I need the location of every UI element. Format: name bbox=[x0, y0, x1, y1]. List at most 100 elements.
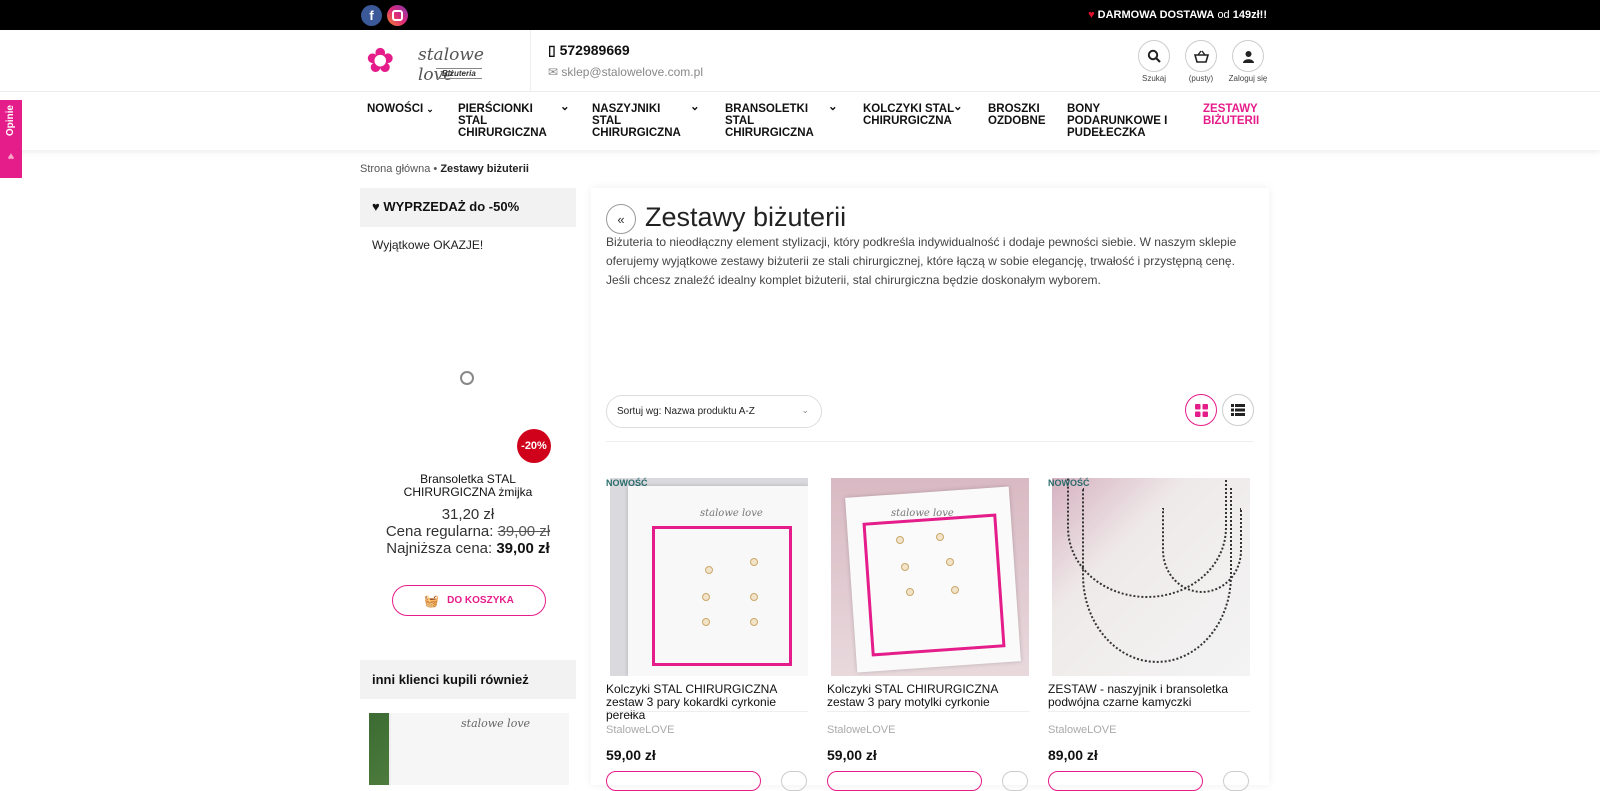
instagram-icon[interactable] bbox=[387, 5, 408, 26]
chevron-down-icon: ⌄ bbox=[801, 405, 809, 415]
add-to-cart-button[interactable] bbox=[606, 771, 761, 791]
divider bbox=[1048, 711, 1250, 712]
basket-icon bbox=[1193, 50, 1209, 63]
phone-text: 572989669 bbox=[559, 42, 630, 58]
wishlist-button[interactable] bbox=[1002, 771, 1028, 791]
regular-price-row: Cena regularna: 39,00 zł bbox=[385, 523, 551, 540]
sale-product-box: Wyjątkowe OKAZJE! -20% Bransoletka STAL … bbox=[360, 227, 576, 660]
grid-view-button[interactable] bbox=[1185, 394, 1217, 426]
sale-product-prices: 31,20 zł Cena regularna: 39,00 zł Najniż… bbox=[360, 506, 576, 557]
user-icon bbox=[1242, 50, 1254, 63]
chevron-down-icon: ⌄ bbox=[828, 101, 838, 113]
also-bought-box: stalowe love bbox=[360, 699, 576, 785]
nav-item-zestawy[interactable]: ZESTAWY BIŻUTERII bbox=[1203, 103, 1273, 127]
chevron-down-icon: ⌄ bbox=[690, 101, 700, 113]
breadcrumb-home[interactable]: Strona główna bbox=[360, 163, 430, 175]
sort-label: Sortuj wg: Nazwa produktu A-Z bbox=[617, 406, 755, 417]
main-nav: NOWOŚCI ⌄ PIERŚCIONKI STAL CHIRURGICZNA ⌄… bbox=[0, 92, 1600, 150]
new-badge: NOWOŚĆ bbox=[606, 478, 648, 488]
sale-title: WYPRZEDAŻ do -50% bbox=[383, 199, 520, 214]
sidebar: ♥ WYPRZEDAŻ do -50% Wyjątkowe OKAZJE! -2… bbox=[360, 188, 576, 785]
nav-item-pierscionki[interactable]: PIERŚCIONKI STAL CHIRURGICZNA bbox=[458, 103, 548, 139]
envelope-icon: ✉ bbox=[548, 65, 559, 79]
heart-icon: ♥ bbox=[5, 150, 17, 162]
list-view-button[interactable] bbox=[1222, 394, 1254, 426]
nav-item-naszyjniki[interactable]: NASZYJNIKI STAL CHIRURGICZNA bbox=[592, 103, 681, 139]
phone-icon: ▯ bbox=[548, 42, 556, 58]
nav-item-nowosci[interactable]: NOWOŚCI ⌄ bbox=[367, 103, 447, 115]
product-name[interactable]: ZESTAW - naszyjnik i bransoletka podwójn… bbox=[1048, 683, 1248, 709]
account-button[interactable] bbox=[1232, 40, 1264, 72]
product-image[interactable] bbox=[1052, 478, 1250, 676]
double-chevron-left-icon: « bbox=[617, 211, 625, 227]
promo-from: od bbox=[1217, 9, 1230, 21]
cart-button[interactable] bbox=[1185, 40, 1217, 72]
nav-item-broszki[interactable]: BROSZKI OZDOBNE bbox=[988, 103, 1058, 127]
chevron-down-icon: ⌄ bbox=[426, 104, 434, 114]
discount-badge: -20% bbox=[517, 429, 551, 463]
add-to-cart-label: DO KOSZYKA bbox=[447, 595, 514, 606]
also-bought-thumbnail[interactable]: stalowe love bbox=[369, 713, 569, 785]
wishlist-button[interactable] bbox=[781, 771, 807, 791]
chevron-down-icon: ⌄ bbox=[953, 101, 963, 113]
breadcrumb-current: Zestawy biżuterii bbox=[440, 163, 529, 175]
sale-price: 31,20 zł bbox=[441, 506, 495, 523]
phone-number[interactable]: ▯ 572989669 bbox=[548, 42, 630, 59]
facebook-icon[interactable]: f bbox=[361, 5, 382, 26]
product-card[interactable]: stalowe love Kolczyki STAL CHIRURGICZNA … bbox=[827, 478, 1032, 791]
loading-spinner-icon bbox=[460, 371, 474, 385]
add-to-cart-button[interactable] bbox=[1048, 771, 1203, 791]
sort-select[interactable]: Sortuj wg: Nazwa produktu A-Z ⌄ bbox=[606, 395, 822, 428]
heart-icon: ♥ bbox=[372, 199, 380, 214]
nav-item-bony[interactable]: BONY PODARUNKOWE I PUDEŁECZKA bbox=[1067, 103, 1177, 139]
also-bought-title: inni klienci kupili również bbox=[372, 672, 529, 687]
product-price: 59,00 zł bbox=[827, 747, 877, 763]
lowest-price-row: Najniższa cena: 39,00 zł bbox=[386, 540, 550, 557]
new-badge: NOWOŚĆ bbox=[1048, 478, 1090, 488]
product-brand: StaloweLOVE bbox=[606, 724, 675, 736]
product-price: 59,00 zł bbox=[606, 747, 656, 763]
nav-item-bransoletki[interactable]: BRANSOLETKI STAL CHIRURGICZNA bbox=[725, 103, 814, 139]
card-logo-image: stalowe love bbox=[461, 717, 531, 730]
divider bbox=[606, 711, 808, 712]
heart-icon: ♥ bbox=[1088, 9, 1095, 21]
free-shipping-promo: ♥ DARMOWA DOSTAWA od 149zł!! bbox=[1088, 9, 1267, 21]
product-brand: StaloweLOVE bbox=[827, 724, 896, 736]
okazje-text: Wyjątkowe OKAZJE! bbox=[372, 238, 484, 252]
card-logo-image: stalowe love bbox=[891, 508, 954, 519]
product-card[interactable]: NOWOŚĆ stalowe love Kolczyki STAL CHIRUR… bbox=[606, 478, 811, 791]
add-to-cart-button[interactable]: 🧺 DO KOSZYKA bbox=[392, 585, 546, 616]
search-label: Szukaj bbox=[1141, 74, 1166, 83]
search-button[interactable] bbox=[1138, 40, 1170, 72]
divider bbox=[606, 441, 1254, 442]
grid-icon bbox=[1194, 403, 1208, 417]
product-name[interactable]: Kolczyki STAL CHIRURGICZNA zestaw 3 pary… bbox=[827, 683, 1027, 709]
logo-sub-text: Biżuteria bbox=[436, 68, 482, 79]
add-to-cart-button[interactable] bbox=[827, 771, 982, 791]
breadcrumb: Strona główna • Zestawy biżuterii bbox=[360, 163, 529, 175]
promo-free-label: DARMOWA DOSTAWA bbox=[1097, 9, 1215, 21]
lowest-price: 39,00 zł bbox=[496, 540, 550, 557]
email-text: sklep@stalowelove.com.pl bbox=[561, 65, 703, 79]
reviews-label: Opinie bbox=[5, 105, 16, 137]
email-address[interactable]: ✉ sklep@stalowelove.com.pl bbox=[548, 65, 703, 79]
product-image[interactable]: stalowe love bbox=[831, 478, 1029, 676]
product-name[interactable]: Kolczyki STAL CHIRURGICZNA zestaw 3 pary… bbox=[606, 683, 806, 722]
card-logo-image: stalowe love bbox=[700, 508, 763, 519]
product-card[interactable]: NOWOŚĆ ZESTAW - naszyjnik i bransoletka … bbox=[1048, 478, 1253, 791]
site-logo[interactable]: ✿ stalowe love Biżuteria bbox=[366, 42, 501, 85]
logo-brand-text: stalowe love bbox=[418, 45, 484, 85]
category-description: Biżuteria to nieodłączny element styliza… bbox=[606, 235, 1237, 287]
category-content: « Zestawy biżuterii Biżuteria to nieodłą… bbox=[591, 188, 1269, 791]
back-button[interactable]: « bbox=[606, 204, 636, 234]
product-brand: StaloweLOVE bbox=[1048, 724, 1117, 736]
list-icon bbox=[1231, 404, 1245, 416]
reviews-side-tab[interactable]: Opinie ♥ bbox=[0, 100, 22, 178]
basket-icon: 🧺 bbox=[424, 593, 440, 608]
page-title: Zestawy biżuterii bbox=[645, 202, 847, 232]
site-header: ✿ stalowe love Biżuteria ▯ 572989669 ✉ s… bbox=[0, 30, 1600, 92]
cart-label: (pusty) bbox=[1188, 74, 1214, 83]
product-image[interactable]: stalowe love bbox=[610, 478, 808, 676]
wishlist-button[interactable] bbox=[1223, 771, 1249, 791]
sale-product-name[interactable]: Bransoletka STAL CHIRURGICZNA żmijka bbox=[380, 473, 556, 499]
